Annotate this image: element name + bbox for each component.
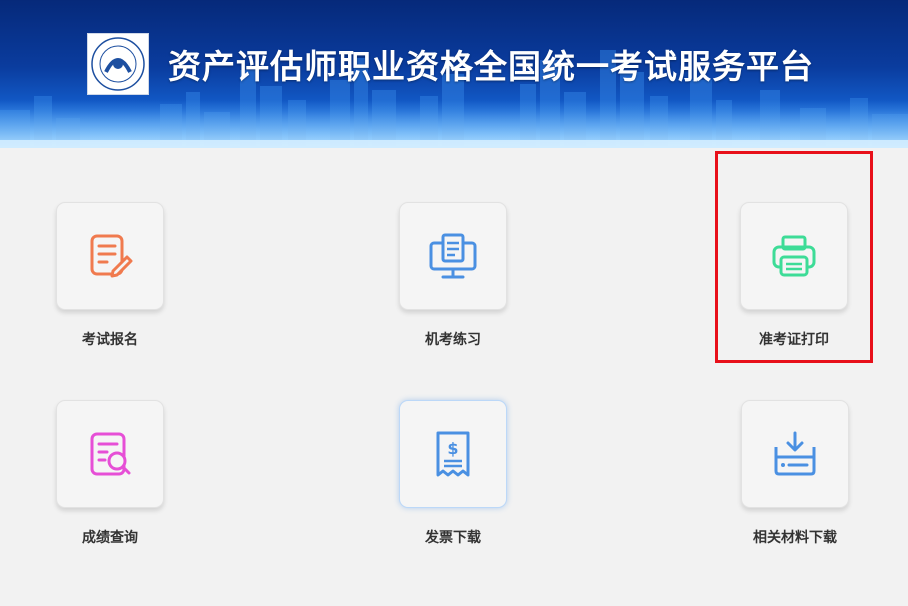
tile-exam-registration[interactable]: 考试报名 (50, 202, 170, 349)
svg-text:$: $ (447, 439, 458, 458)
computer-document-icon (429, 233, 477, 279)
edit-document-icon (90, 234, 133, 278)
receipt-dollar-icon: $ (436, 431, 470, 477)
tile-label[interactable]: 成绩查询 (50, 527, 170, 547)
tile-invoice-download[interactable]: $ 发票下载 (393, 400, 513, 547)
tile-score-inquiry[interactable]: 成绩查询 (50, 400, 170, 547)
download-tray-icon (774, 431, 816, 476)
tile-admission-ticket-print[interactable]: 准考证打印 (734, 202, 854, 349)
tile-label[interactable]: 考试报名 (50, 329, 170, 349)
tile-label[interactable]: 发票下载 (393, 527, 513, 547)
materials-download-icon-box[interactable] (741, 400, 849, 508)
admission-ticket-icon-box[interactable] (740, 202, 848, 310)
tile-label[interactable]: 机考练习 (393, 329, 513, 349)
tile-label[interactable]: 准考证打印 (734, 329, 854, 349)
invoice-download-icon-box[interactable]: $ (399, 400, 507, 508)
score-inquiry-icon-box[interactable] (56, 400, 164, 508)
printer-icon (772, 235, 816, 277)
mock-exam-icon-box[interactable] (399, 202, 507, 310)
document-search-icon (90, 432, 131, 476)
tile-mock-exam-practice[interactable]: 机考练习 (393, 202, 513, 349)
association-logo (87, 33, 149, 95)
caas-association-logo-icon (91, 37, 145, 91)
site-title: 资产评估师职业资格全国统一考试服务平台 (168, 47, 814, 86)
exam-registration-icon-box[interactable] (56, 202, 164, 310)
tile-label[interactable]: 相关材料下载 (735, 527, 855, 547)
header-banner: 资产评估师职业资格全国统一考试服务平台 (0, 0, 908, 148)
tile-materials-download[interactable]: 相关材料下载 (735, 400, 855, 547)
